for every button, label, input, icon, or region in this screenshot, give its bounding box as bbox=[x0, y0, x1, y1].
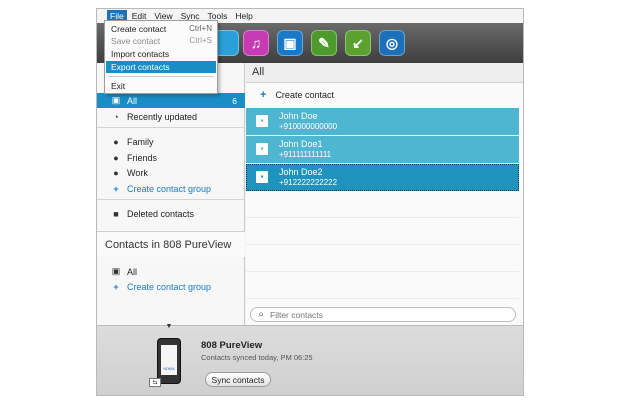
sidebar-item-device-all[interactable]: ▣ All bbox=[97, 264, 245, 279]
group-icon: ● bbox=[113, 152, 119, 163]
menu-item-label: Save contact bbox=[111, 36, 161, 46]
menu-separator bbox=[108, 76, 214, 77]
contact-row-selected[interactable]: ▪ John Doe2 +912222222222 bbox=[246, 164, 519, 191]
menu-item-create-contact[interactable]: Create contact Ctrl+N bbox=[106, 23, 216, 35]
sidebar-item-all[interactable]: ▣ All 6 bbox=[97, 93, 245, 108]
contact-count-badge: 6 bbox=[232, 95, 237, 106]
plus-icon: + bbox=[113, 281, 119, 292]
trash-icon: ■ bbox=[113, 208, 119, 219]
link-label: Create contact group bbox=[127, 183, 212, 194]
contact-card-icon: ▣ bbox=[111, 95, 121, 105]
file-menu-dropdown: Create contact Ctrl+N Save contact Ctrl+… bbox=[104, 20, 218, 94]
recent-contact-icon: ◔ bbox=[113, 111, 119, 122]
sidebar-item-friends[interactable]: ● Friends bbox=[97, 150, 245, 165]
link-label: Create contact group bbox=[127, 281, 212, 292]
contact-row[interactable]: ▪ John Doe1 +911111111111 bbox=[246, 136, 519, 163]
store-icon[interactable]: ▣ bbox=[277, 30, 303, 56]
divider bbox=[97, 199, 245, 200]
download-icon[interactable]: ↙ bbox=[345, 30, 371, 56]
menu-item-label: Create contact bbox=[111, 24, 167, 34]
menu-item-save-contact: Save contact Ctrl+S bbox=[106, 35, 216, 47]
contact-phone: +912222222222 bbox=[279, 178, 338, 187]
sync-status: Contacts synced today, PM 06:25 bbox=[201, 353, 313, 362]
sidebar-item-work[interactable]: ● Work bbox=[97, 165, 245, 180]
filter-box: ⌕ bbox=[250, 307, 516, 322]
empty-list-row bbox=[246, 218, 519, 245]
device-create-contact-group-link[interactable]: + Create contact group bbox=[97, 279, 245, 294]
contact-row[interactable]: ▪ John Doe +910000000000 bbox=[246, 108, 519, 135]
sidebar-item-recently-updated[interactable]: ◔ Recently updated bbox=[97, 109, 245, 124]
plus-icon: + bbox=[260, 89, 267, 101]
menu-item-export-contacts[interactable]: Export contacts bbox=[106, 61, 216, 73]
menu-item-shortcut: Ctrl+N bbox=[189, 24, 212, 33]
sidebar-item-label: All bbox=[127, 95, 138, 106]
contact-card-icon: ▣ bbox=[111, 266, 121, 276]
menu-item-label: Exit bbox=[111, 81, 126, 91]
sidebar-item-label: Recently updated bbox=[127, 111, 198, 122]
contact-phone: +911111111111 bbox=[279, 150, 332, 159]
support-icon[interactable]: ◎ bbox=[379, 30, 405, 56]
contact-avatar-icon: ▪ bbox=[256, 115, 268, 127]
contact-name: John Doe2 bbox=[279, 167, 323, 177]
device-bar: ▼ NOKIA ⇆ 808 PureView Contacts synced t… bbox=[97, 323, 523, 395]
empty-list-row bbox=[246, 245, 519, 272]
sidebar: ▣ All 6 ◔ Recently updated ● Family ● Fr… bbox=[97, 63, 245, 325]
plus-icon: + bbox=[113, 183, 119, 194]
group-icon: ● bbox=[113, 136, 119, 147]
usb-connection-icon: ⇆ bbox=[149, 378, 161, 387]
divider bbox=[97, 127, 245, 128]
sidebar-item-label: Friends bbox=[127, 152, 158, 163]
contacts-panel: All + Create contact ▪ John Doe +9100000… bbox=[246, 63, 523, 325]
contact-name: John Doe1 bbox=[279, 139, 323, 149]
menu-item-exit[interactable]: Exit bbox=[106, 80, 216, 92]
create-contact-button[interactable]: + Create contact bbox=[246, 85, 523, 105]
sidebar-item-label: Family bbox=[127, 136, 154, 147]
group-icon: ● bbox=[113, 167, 119, 178]
menu-item-label: Export contacts bbox=[111, 62, 170, 72]
contact-name: John Doe bbox=[279, 111, 318, 121]
menu-item-import-contacts[interactable]: Import contacts bbox=[106, 48, 216, 60]
create-contact-label: Create contact bbox=[275, 90, 334, 100]
contact-phone: +910000000000 bbox=[279, 122, 338, 131]
panel-title: All bbox=[246, 63, 523, 83]
menu-help[interactable]: Help bbox=[232, 10, 255, 22]
sidebar-item-label: Work bbox=[127, 167, 148, 178]
contact-avatar-icon: ▪ bbox=[256, 171, 268, 183]
menu-item-shortcut: Ctrl+S bbox=[189, 36, 212, 45]
sidebar-item-deleted-contacts[interactable]: ■ Deleted contacts bbox=[97, 206, 245, 221]
search-icon: ⌕ bbox=[258, 309, 264, 320]
menu-item-label: Import contacts bbox=[111, 49, 170, 59]
device-name: 808 PureView bbox=[201, 340, 263, 351]
phone-screen: NOKIA bbox=[161, 345, 177, 375]
contacts-icon[interactable] bbox=[217, 30, 239, 56]
device-contacts-header: Contacts in 808 PureView bbox=[97, 231, 245, 257]
filter-contacts-input[interactable] bbox=[270, 309, 500, 320]
sync-contacts-button[interactable]: Sync contacts bbox=[205, 372, 271, 387]
sidebar-item-label: All bbox=[127, 266, 138, 277]
chevron-down-icon[interactable]: ▼ bbox=[163, 323, 175, 331]
empty-list-row bbox=[246, 191, 519, 218]
contact-avatar-icon: ▪ bbox=[256, 143, 268, 155]
phone-brand: NOKIA bbox=[163, 367, 175, 371]
tools-icon[interactable]: ✎ bbox=[311, 30, 337, 56]
music-icon[interactable]: ♫ bbox=[243, 30, 269, 56]
create-contact-group-link[interactable]: + Create contact group bbox=[97, 181, 245, 196]
sidebar-item-family[interactable]: ● Family bbox=[97, 134, 245, 149]
empty-list-row bbox=[246, 272, 519, 299]
sidebar-item-label: Deleted contacts bbox=[127, 208, 195, 219]
